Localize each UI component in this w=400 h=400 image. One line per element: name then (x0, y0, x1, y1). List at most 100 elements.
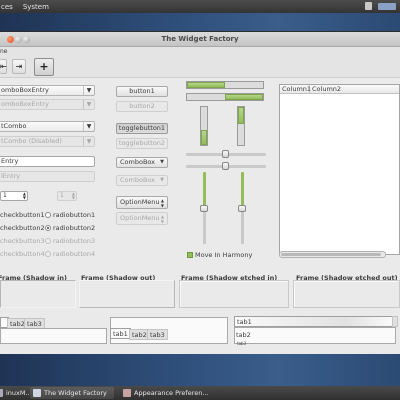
combobox-button-disabled: ComboBox ▼ (116, 175, 168, 186)
togglebutton2: togglebutton2 (116, 138, 168, 149)
tab-nb3-3[interactable]: tab3 (235, 341, 248, 346)
radio-icon[interactable] (45, 212, 51, 218)
checkbox-checked-icon[interactable] (187, 252, 193, 258)
toolbar: ⇤ ⇥ + (0, 56, 400, 78)
combobox-label: ComboBox (120, 158, 156, 166)
maximize-icon[interactable] (23, 36, 30, 43)
radiobutton3: radiobutton3 (53, 237, 96, 245)
appearance-icon (123, 389, 131, 397)
bottom-panel: inuxM... The Widget Factory Appearance P… (0, 386, 400, 400)
column-header-1[interactable]: Column1 (280, 85, 311, 93)
slider-handle-icon[interactable] (238, 205, 246, 212)
spin-button-disabled: 1 ▲ ▼ (57, 191, 77, 201)
notebook-3-page (234, 327, 396, 344)
move-in-harmony-label: Move In Harmony (195, 251, 253, 259)
frame-shadow-etched-in (179, 280, 289, 308)
terminal-icon (0, 389, 3, 397)
tray-indicator-icon[interactable] (378, 3, 396, 10)
window-titlebar[interactable]: The Widget Factory (0, 32, 400, 47)
chevron-down-icon[interactable]: ▼ (83, 122, 94, 131)
system-menu[interactable]: System (22, 3, 50, 11)
combobox-entry-text: omboBoxEntry (1, 86, 49, 94)
taskbar-item-3-label: Appearance Preferen... (134, 389, 209, 397)
progress-fill-h2 (225, 94, 263, 100)
text-combo-text: tCombo (1, 122, 27, 130)
progress-bar-vertical-2 (237, 106, 245, 146)
window-title: The Widget Factory (161, 35, 239, 43)
network-icon[interactable] (365, 2, 372, 10)
chevron-down-icon[interactable]: ▼ (83, 86, 94, 95)
taskbar-item-1-label: inuxM... (6, 389, 32, 397)
optionmenu[interactable]: OptionMenu ▲ ▼ (116, 196, 168, 209)
slider-handle-icon[interactable] (200, 205, 208, 212)
radiobutton2-row[interactable]: radiobutton2 (45, 224, 95, 232)
text-combo[interactable]: tCombo ▼ (0, 121, 95, 132)
slider-handle-icon[interactable] (222, 162, 229, 170)
togglebutton1[interactable]: togglebutton1 (116, 123, 168, 134)
radiobutton1-row[interactable]: radiobutton1 (45, 211, 95, 219)
horizontal-scrollbar[interactable] (279, 251, 386, 258)
chevron-down-icon: ▼ (83, 137, 94, 146)
slider-handle-icon[interactable] (222, 150, 229, 158)
optionmenu-disabled-label: OptionMenu (120, 214, 160, 222)
checkbutton2[interactable]: checkbutton2 (0, 224, 45, 232)
progress-fill-v2 (238, 107, 244, 125)
optionmenu-disabled: OptionMenu ▲ ▼ (116, 212, 168, 225)
places-menu[interactable]: ces (0, 3, 14, 11)
radiobutton4-row: radiobutton4 (45, 250, 95, 258)
spin-disabled-value: 1 (60, 192, 64, 199)
add-icon[interactable]: + (34, 58, 54, 76)
tree-header: Column1 Column2 (280, 85, 399, 94)
spin-button[interactable]: 1 ▲ ▼ (0, 191, 28, 201)
menu-item-partial[interactable]: ne (0, 48, 8, 55)
tab-nb2-1[interactable]: tab1 (110, 328, 131, 339)
column-header-2[interactable]: Column2 (310, 85, 399, 93)
button2: button2 (116, 101, 168, 112)
minimize-icon[interactable] (15, 36, 22, 43)
taskbar-item-widget-factory[interactable]: The Widget Factory (30, 387, 114, 399)
close-icon[interactable] (7, 36, 14, 43)
radio-icon (45, 238, 51, 244)
taskbar-item-1[interactable]: inuxM... (0, 387, 34, 399)
window-icon (33, 389, 41, 397)
radio-selected-icon[interactable] (45, 225, 51, 231)
checkbutton1[interactable]: checkbutton1 (0, 211, 45, 219)
toolbar-first-icon[interactable]: ⇤ (0, 59, 7, 74)
spin-value: 1 (3, 192, 7, 199)
vscale-2[interactable] (238, 172, 246, 244)
radiobutton1: radiobutton1 (53, 211, 96, 219)
text-combo-disabled: tCombo (Disabled) ▼ (0, 136, 95, 147)
widget-factory-window: The Widget Factory ne ⇤ ⇥ + omboBoxEntry… (0, 31, 400, 354)
button1[interactable]: button1 (116, 86, 168, 97)
updown-icon: ▲ ▼ (160, 214, 164, 224)
progress-bar-horizontal-1 (186, 81, 264, 89)
tab-nb3-2[interactable]: tab2 (234, 330, 253, 341)
hscale-2[interactable] (186, 162, 266, 170)
hscale-1[interactable] (186, 150, 266, 158)
tab-nb3-right-edge[interactable] (392, 316, 398, 327)
chevron-down-icon: ▼ (160, 177, 164, 183)
text-entry-disabled: lEntry (0, 171, 95, 182)
text-entry[interactable]: Entry (0, 156, 95, 167)
chevron-down-icon: ▼ (160, 159, 164, 165)
vscale-1[interactable] (200, 172, 208, 244)
radiobutton3-row: radiobutton3 (45, 237, 95, 245)
scrollbar-thumb[interactable] (281, 253, 381, 256)
combobox-disabled-label: ComboBox (120, 176, 156, 184)
frame-shadow-in (0, 280, 76, 308)
toolbar-last-icon[interactable]: ⇥ (12, 59, 26, 74)
tree-view[interactable]: Column1 Column2 (279, 84, 400, 255)
checkbutton3: checkbutton3 (0, 237, 45, 245)
spin-arrows-icon[interactable]: ▲ ▼ (23, 192, 26, 200)
combobox-entry[interactable]: omboBoxEntry ▼ (0, 85, 95, 96)
taskbar-item-appearance[interactable]: Appearance Preferen... (120, 387, 220, 399)
tab-nb2-3[interactable]: tab3 (147, 329, 168, 340)
frame-shadow-etched-out (293, 280, 400, 308)
tab-nb3-1[interactable]: tab1 (234, 316, 394, 327)
move-in-harmony-row[interactable]: Move In Harmony (187, 251, 252, 259)
combobox-button[interactable]: ComboBox ▼ (116, 157, 168, 168)
text-combo-disabled-text: tCombo (Disabled) (1, 137, 62, 145)
radio-icon (45, 251, 51, 257)
checkbutton4: checkbutton4 (0, 250, 45, 258)
progress-fill-h1 (187, 82, 225, 88)
